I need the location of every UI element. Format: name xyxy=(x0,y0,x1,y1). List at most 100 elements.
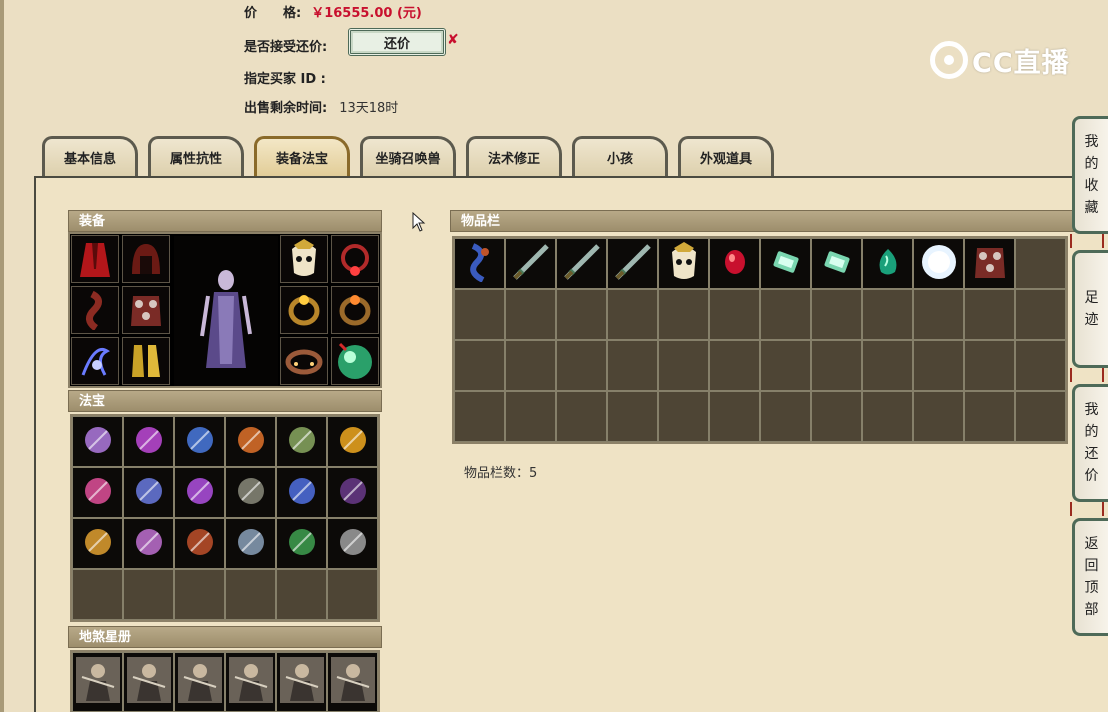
star-book-slot[interactable] xyxy=(72,652,123,712)
equip-slot-necklace[interactable] xyxy=(331,235,379,283)
inventory-slot-empty[interactable] xyxy=(607,391,658,442)
equip-slot-belt[interactable] xyxy=(71,286,119,334)
inventory-slot-empty[interactable] xyxy=(454,340,505,391)
inventory-slot-item[interactable] xyxy=(913,238,964,289)
inventory-slot-empty[interactable] xyxy=(505,391,556,442)
inventory-slot-empty[interactable] xyxy=(1015,340,1066,391)
inventory-slot-item[interactable] xyxy=(862,238,913,289)
treasure-slot-item[interactable] xyxy=(72,467,123,518)
inventory-slot-item[interactable] xyxy=(505,238,556,289)
back-to-top-button[interactable]: 返 回 顶 部 xyxy=(1072,518,1108,636)
equip-slot-charm[interactable] xyxy=(71,337,119,385)
inventory-slot-empty[interactable] xyxy=(811,340,862,391)
treasure-slot-empty[interactable] xyxy=(72,569,123,620)
treasure-slot-item[interactable] xyxy=(276,416,327,467)
inventory-slot-empty[interactable] xyxy=(505,289,556,340)
tab-basic-info[interactable]: 基本信息 xyxy=(42,136,138,176)
inventory-slot-empty[interactable] xyxy=(658,391,709,442)
inventory-slot-empty[interactable] xyxy=(964,340,1015,391)
equip-slot-helmet[interactable] xyxy=(122,235,170,283)
star-book-slot[interactable] xyxy=(174,652,225,712)
inventory-slot-empty[interactable] xyxy=(556,340,607,391)
inventory-slot-empty[interactable] xyxy=(607,289,658,340)
treasure-slot-item[interactable] xyxy=(72,518,123,569)
counter-offer-button[interactable]: 还价 xyxy=(348,28,446,56)
inventory-slot-empty[interactable] xyxy=(913,391,964,442)
equip-slot-ring-2[interactable] xyxy=(331,286,379,334)
inventory-slot-item[interactable] xyxy=(709,238,760,289)
equip-slot-boots[interactable] xyxy=(122,337,170,385)
inventory-slot-empty[interactable] xyxy=(658,340,709,391)
treasure-slot-item[interactable] xyxy=(174,416,225,467)
treasure-slot-item[interactable] xyxy=(123,467,174,518)
tab-child[interactable]: 小孩 xyxy=(572,136,668,176)
inventory-slot-empty[interactable] xyxy=(1015,391,1066,442)
inventory-slot-empty[interactable] xyxy=(811,391,862,442)
inventory-slot-empty[interactable] xyxy=(862,289,913,340)
my-offers-button[interactable]: 我 的 还 价 xyxy=(1072,384,1108,502)
treasure-slot-empty[interactable] xyxy=(276,569,327,620)
treasure-slot-empty[interactable] xyxy=(225,569,276,620)
inventory-slot-empty[interactable] xyxy=(862,391,913,442)
inventory-slot-empty[interactable] xyxy=(556,391,607,442)
inventory-slot-item[interactable] xyxy=(658,238,709,289)
inventory-slot-empty[interactable] xyxy=(454,289,505,340)
treasure-slot-item[interactable] xyxy=(72,416,123,467)
inventory-slot-empty[interactable] xyxy=(862,340,913,391)
equip-slot-robe[interactable] xyxy=(71,235,119,283)
treasure-slot-empty[interactable] xyxy=(327,569,378,620)
inventory-slot-empty[interactable] xyxy=(913,340,964,391)
inventory-slot-empty[interactable] xyxy=(709,391,760,442)
tab-appearance[interactable]: 外观道具 xyxy=(678,136,774,176)
star-book-slot[interactable] xyxy=(327,652,378,712)
tab-spell-correction[interactable]: 法术修正 xyxy=(466,136,562,176)
treasure-slot-item[interactable] xyxy=(123,518,174,569)
treasure-slot-item[interactable] xyxy=(174,518,225,569)
tab-attributes[interactable]: 属性抗性 xyxy=(148,136,244,176)
inventory-slot-empty[interactable] xyxy=(964,391,1015,442)
inventory-slot-empty[interactable] xyxy=(607,340,658,391)
inventory-slot-empty[interactable] xyxy=(760,340,811,391)
tab-equipment[interactable]: 装备法宝 xyxy=(254,136,350,176)
inventory-slot-item[interactable] xyxy=(556,238,607,289)
inventory-slot-item[interactable] xyxy=(607,238,658,289)
inventory-slot-empty[interactable] xyxy=(811,289,862,340)
treasure-slot-item[interactable] xyxy=(276,518,327,569)
treasure-slot-item[interactable] xyxy=(276,467,327,518)
inventory-slot-item[interactable] xyxy=(760,238,811,289)
star-book-slot[interactable] xyxy=(276,652,327,712)
star-book-slot[interactable] xyxy=(225,652,276,712)
inventory-slot-empty[interactable] xyxy=(1015,238,1066,289)
inventory-slot-empty[interactable] xyxy=(964,289,1015,340)
inventory-slot-empty[interactable] xyxy=(454,391,505,442)
treasure-slot-item[interactable] xyxy=(123,416,174,467)
inventory-slot-empty[interactable] xyxy=(760,289,811,340)
equip-slot-mask[interactable] xyxy=(280,235,328,283)
footprints-button[interactable]: 足 迹 xyxy=(1072,250,1108,368)
treasure-slot-item[interactable] xyxy=(327,518,378,569)
inventory-slot-empty[interactable] xyxy=(658,289,709,340)
equip-slot-armor[interactable] xyxy=(122,286,170,334)
inventory-slot-empty[interactable] xyxy=(709,340,760,391)
inventory-slot-item[interactable] xyxy=(454,238,505,289)
treasure-slot-item[interactable] xyxy=(225,518,276,569)
treasure-slot-empty[interactable] xyxy=(174,569,225,620)
treasure-slot-item[interactable] xyxy=(174,467,225,518)
treasure-slot-item[interactable] xyxy=(327,467,378,518)
treasure-slot-item[interactable] xyxy=(225,467,276,518)
equip-slot-bracelet[interactable] xyxy=(280,337,328,385)
inventory-slot-empty[interactable] xyxy=(709,289,760,340)
tab-mounts-pets[interactable]: 坐骑召唤兽 xyxy=(360,136,456,176)
treasure-slot-item[interactable] xyxy=(327,416,378,467)
my-favorites-button[interactable]: 我 的 收 藏 xyxy=(1072,116,1108,234)
inventory-slot-empty[interactable] xyxy=(913,289,964,340)
equip-slot-ring-1[interactable] xyxy=(280,286,328,334)
inventory-slot-empty[interactable] xyxy=(505,340,556,391)
inventory-slot-item[interactable] xyxy=(811,238,862,289)
inventory-slot-empty[interactable] xyxy=(1015,289,1066,340)
star-book-slot[interactable] xyxy=(123,652,174,712)
inventory-slot-empty[interactable] xyxy=(760,391,811,442)
treasure-slot-item[interactable] xyxy=(225,416,276,467)
inventory-slot-empty[interactable] xyxy=(556,289,607,340)
equip-slot-orb[interactable] xyxy=(331,337,379,385)
